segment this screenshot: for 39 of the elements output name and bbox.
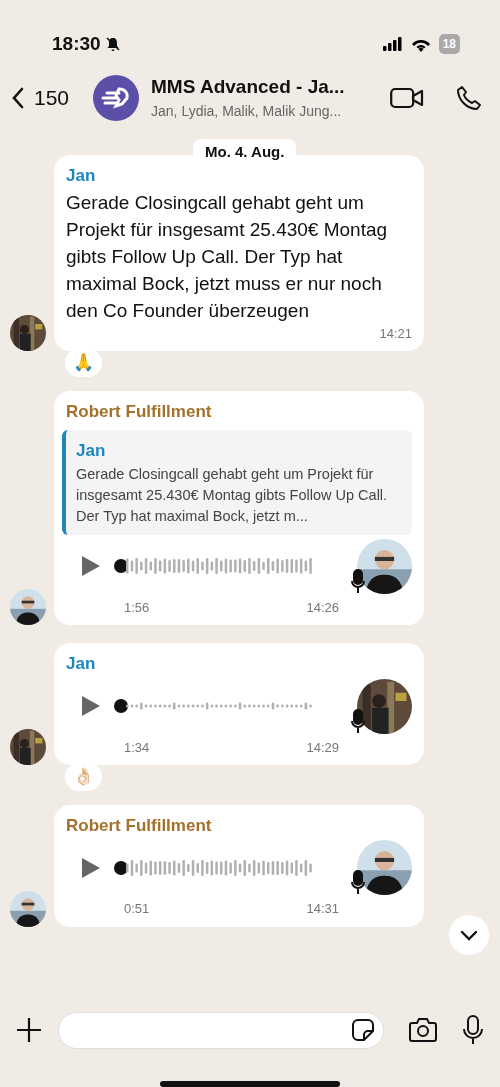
unread-count[interactable]: 150 [34,81,70,114]
sender-name[interactable]: Jan [66,651,412,677]
battery-indicator: 18 [438,34,460,54]
voice-duration: 1:56 [124,598,150,617]
play-button[interactable] [80,855,102,880]
reaction-emoji[interactable]: 👌🏻 [65,763,102,791]
microphone-icon[interactable] [462,1015,484,1045]
sender-name[interactable]: Jan [66,163,412,189]
message-text: Gerade Closingcall gehabt geht um Projekt für insgesamt 25.430€ Montag gibts Follow Up Call. Der Typ hat maximal Bock, jetzt muss er nur noch den Co Founder überzeugen [66,190,389,323]
microphone-icon [351,869,365,895]
back-icon[interactable] [10,85,26,110]
play-button[interactable] [80,554,102,578]
play-button[interactable] [80,694,102,718]
message-time: 14:31 [306,900,339,918]
quoted-text: Gerade Closingcall gehabt geht um Projekt für insgesamt 25.430€ Montag gibts Follow Up Call. Der Typ hat maximal Bock, jetzt m... [76,464,389,526]
message-time: 14:21 [379,325,412,341]
message-time: 14:29 [306,738,339,757]
group-avatar-icon[interactable] [93,74,140,121]
voice-duration: 1:34 [124,738,150,757]
signal-icon [382,37,403,51]
message-time: 14:26 [306,598,339,617]
camera-icon[interactable] [408,1017,438,1043]
phone-icon[interactable] [456,84,482,111]
plus-icon[interactable] [16,1017,42,1043]
sticker-icon[interactable] [351,1018,375,1042]
chat-title[interactable]: MMS Advanced - Ja... [151,72,382,102]
clock-time: 18:30 [52,31,101,56]
video-call-icon[interactable] [390,86,424,109]
sender-name[interactable]: Robert Fulfillment [66,812,412,838]
message-input[interactable] [58,1011,384,1049]
chat-members: Jan, Lydia, Malik, Malik Jung... [151,102,343,122]
scroll-down-button[interactable] [449,915,489,955]
quoted-message[interactable]: Jan Gerade Closingcall gehabt geht um Projekt für insgesamt 25.430€ Montag gibts Follow Up Call. Der Typ hat maximal Bock, jetzt m... [62,430,412,535]
microphone-icon [351,567,365,594]
sender-name[interactable]: Robert Fulfillment [66,398,412,424]
microphone-icon [351,707,365,734]
voice-duration: 0:51 [124,900,150,918]
bell-muted-icon [104,36,121,52]
quoted-sender: Jan [76,440,107,462]
